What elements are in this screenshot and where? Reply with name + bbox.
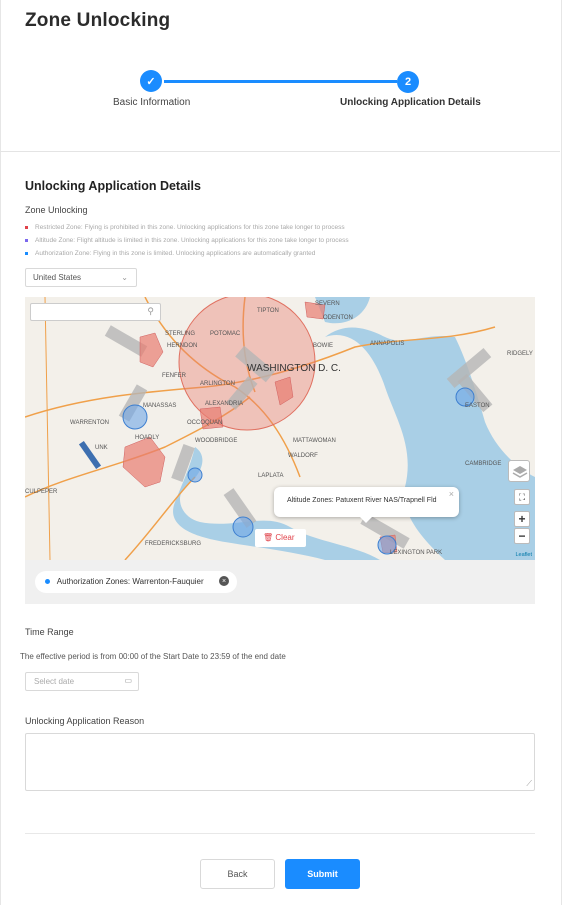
map-label: RIDGELY	[507, 351, 533, 357]
map-label: POTOMAC	[210, 331, 241, 337]
step-2-indicator: 2	[397, 71, 419, 93]
legend-altitude-text: Altitude Zone: Flight altitude is limite…	[35, 237, 349, 244]
map-label: STERLING	[165, 331, 195, 337]
date-placeholder: Select date	[34, 677, 75, 686]
back-button[interactable]: Back	[200, 859, 275, 889]
country-select[interactable]: United States ⌄	[25, 268, 137, 287]
step-1-label: Basic Information	[113, 97, 191, 108]
map-label: BOWIE	[313, 343, 333, 349]
tooltip-text: Altitude Zones: Patuxent River NAS/Trapn…	[287, 497, 437, 504]
header: Zone Unlocking ✓ 2 Basic Information Unl…	[0, 0, 560, 152]
submit-button[interactable]: Submit	[285, 859, 360, 889]
time-range-note: The effective period is from 00:00 of th…	[20, 652, 286, 661]
resize-handle-icon[interactable]: ⟋	[526, 779, 532, 789]
map-canvas: TIPTON SEVERN ODENTON POTOMAC STERLING H…	[25, 297, 535, 560]
road	[44, 297, 51, 560]
map-label: SEVERN	[315, 301, 340, 307]
zoom-out-button[interactable]: −	[514, 528, 530, 544]
map-label: ARLINGTON	[200, 381, 235, 387]
tooltip-close-icon[interactable]: ×	[449, 489, 454, 499]
legend-restricted: Restricted Zone: Flying is prohibited in…	[25, 224, 345, 231]
authorization-zone[interactable]	[187, 467, 203, 483]
reason-label: Unlocking Application Reason	[25, 716, 145, 726]
calendar-icon: ▭	[124, 676, 132, 685]
altitude-square-icon	[25, 238, 28, 242]
zone-unlocking-label: Zone Unlocking	[25, 205, 88, 215]
country-select-value: United States	[33, 273, 82, 282]
restricted-square-icon	[25, 225, 28, 229]
map-label: WALDORF	[288, 453, 318, 459]
map-label: WOODBRIDGE	[195, 438, 237, 444]
divider	[25, 833, 535, 834]
clear-button[interactable]: 🗑 Clear	[255, 529, 306, 547]
layers-button[interactable]	[508, 460, 530, 482]
layers-icon	[512, 466, 528, 478]
chevron-down-icon: ⌄	[121, 273, 128, 282]
legend-authorization: Authorization Zone: Flying in this zone …	[25, 250, 315, 257]
map-label: LEXINGTON PARK	[390, 550, 442, 556]
map-label: HOADLY	[135, 435, 159, 441]
map-label: UNK	[95, 445, 108, 451]
clear-label: Clear	[275, 533, 295, 542]
map-search-input[interactable]: ⚲	[30, 303, 161, 321]
step-connector	[164, 80, 397, 83]
map-label: ALEXANDRIA	[205, 401, 243, 407]
time-range-label: Time Range	[25, 627, 74, 637]
authorization-dot-icon	[45, 579, 50, 585]
fullscreen-icon[interactable]: ⛶	[514, 489, 530, 505]
remove-zone-icon[interactable]: ×	[219, 576, 229, 586]
map-label: TIPTON	[257, 308, 279, 314]
restricted-zone[interactable]	[139, 332, 164, 368]
authorization-zone[interactable]	[232, 516, 254, 538]
restricted-zone[interactable]	[122, 436, 166, 488]
selected-zone-label: Authorization Zones: Warrenton-Fauquier	[56, 577, 204, 586]
authorization-square-icon	[25, 251, 28, 255]
zone-tooltip: Altitude Zones: Patuxent River NAS/Trapn…	[274, 487, 459, 523]
map-label: MATTAWOMAN	[293, 438, 336, 444]
map-label: CULPEPER	[25, 489, 58, 495]
trash-icon: 🗑	[263, 533, 274, 542]
map-attribution[interactable]: Leaflet	[515, 552, 532, 558]
map-label: LAPLATA	[258, 473, 283, 479]
step-1-check-icon: ✓	[140, 70, 162, 92]
map-label: WARRENTON	[70, 420, 109, 426]
map-label-capital: WASHINGTON D. C.	[247, 363, 341, 374]
chesapeake-water	[325, 327, 535, 560]
map-label: ANNAPOLIS	[370, 341, 404, 347]
map-label: FENFER	[162, 373, 187, 379]
map-label: HERNDON	[167, 343, 197, 349]
section-title: Unlocking Application Details	[25, 179, 201, 193]
zone-map[interactable]: TIPTON SEVERN ODENTON POTOMAC STERLING H…	[25, 297, 535, 560]
map-label: MANASSAS	[143, 403, 176, 409]
page-title: Zone Unlocking	[25, 10, 171, 31]
legend-restricted-text: Restricted Zone: Flying is prohibited in…	[35, 224, 345, 231]
date-picker[interactable]: Select date ▭	[25, 672, 139, 691]
reason-textarea[interactable]: ⟋	[25, 733, 535, 791]
step-2-label: Unlocking Application Details	[340, 97, 481, 108]
map-label: EASTON	[465, 403, 490, 409]
map-label: CAMBRIDGE	[465, 461, 501, 467]
search-icon: ⚲	[147, 306, 154, 316]
map-label: OCCOQUAN	[187, 420, 222, 426]
legend-authorization-text: Authorization Zone: Flying in this zone …	[35, 250, 316, 257]
map-label: ODENTON	[323, 315, 353, 321]
selected-zone-chip: Authorization Zones: Warrenton-Fauquier …	[35, 571, 237, 593]
zoom-in-button[interactable]: +	[514, 511, 530, 527]
map-panel: TIPTON SEVERN ODENTON POTOMAC STERLING H…	[25, 297, 535, 604]
map-label: FREDERICKSBURG	[145, 541, 201, 547]
legend-altitude: Altitude Zone: Flight altitude is limite…	[25, 237, 349, 244]
